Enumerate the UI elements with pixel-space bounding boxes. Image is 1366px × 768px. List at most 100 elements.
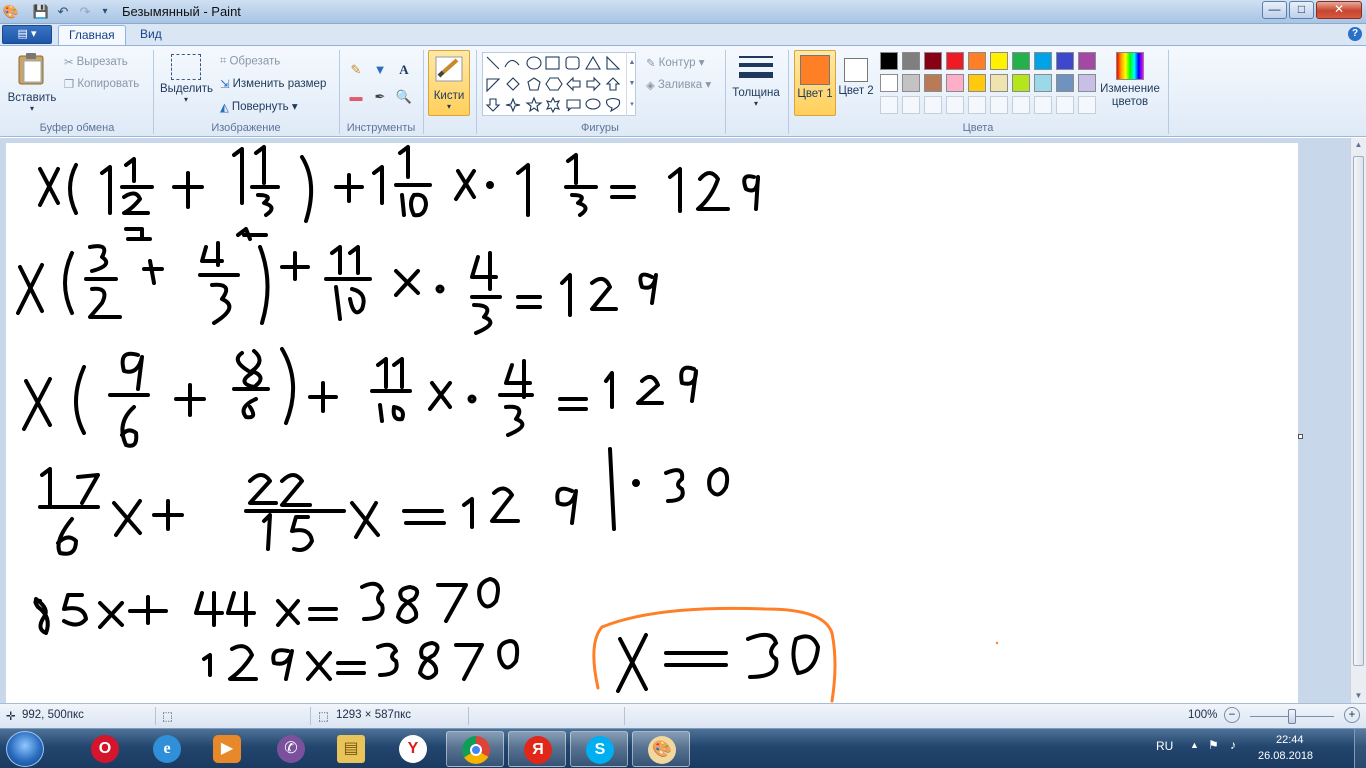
palette-swatch[interactable] — [946, 74, 964, 92]
outline-button[interactable]: ✎ Контур ▾ — [646, 55, 704, 70]
rotate-button[interactable]: ◭ Повернуть ▾ — [220, 99, 298, 114]
palette-custom-slot[interactable] — [1056, 96, 1074, 114]
maximize-button[interactable]: □ — [1289, 1, 1314, 19]
palette-swatch[interactable] — [1056, 74, 1074, 92]
drawing-canvas[interactable] — [6, 143, 1298, 703]
network-icon[interactable]: ⚑ — [1208, 738, 1219, 752]
volume-icon[interactable]: ♪ — [1230, 738, 1236, 752]
palette-custom-slot[interactable] — [924, 96, 942, 114]
shapes-icons — [485, 55, 621, 114]
taskbar-viber[interactable]: ✆ — [262, 731, 320, 767]
scroll-thumb[interactable] — [1353, 156, 1364, 666]
size-button[interactable]: Толщина ▾ — [730, 54, 782, 108]
start-button[interactable] — [6, 731, 44, 767]
paste-button[interactable]: Вставить ▾ — [6, 52, 58, 113]
chrome-icon — [462, 736, 490, 764]
ribbon-tabs: ▤ ▾ Главная Вид ? — [0, 24, 1366, 45]
taskbar-chrome[interactable] — [446, 731, 504, 767]
taskbar-yandex[interactable]: Y — [384, 731, 442, 767]
palette-swatch[interactable] — [990, 74, 1008, 92]
taskbar-skype[interactable]: S — [570, 731, 628, 767]
magnifier-icon[interactable]: 🔍 — [394, 87, 414, 107]
eraser-icon[interactable]: ▬ — [346, 87, 366, 107]
fill-button[interactable]: ◈ Заливка ▾ — [646, 77, 711, 92]
resize-button[interactable]: ⇲ Изменить размер — [220, 77, 326, 91]
show-hidden-icons-icon[interactable]: ▲ — [1190, 740, 1199, 750]
zoom-in-button[interactable]: + — [1344, 707, 1360, 723]
pencil-icon[interactable]: ✎ — [346, 60, 366, 80]
palette-swatch[interactable] — [1012, 74, 1030, 92]
fill-icon: ◈ — [646, 79, 655, 92]
palette-swatch[interactable] — [1012, 52, 1030, 70]
redo-icon[interactable]: ↷ — [76, 3, 94, 21]
palette-swatch[interactable] — [990, 52, 1008, 70]
palette-swatch[interactable] — [902, 52, 920, 70]
taskbar-ie[interactable]: e — [138, 731, 196, 767]
palette-custom-slot[interactable] — [1012, 96, 1030, 114]
palette-swatch[interactable] — [1078, 52, 1096, 70]
palette-swatch[interactable] — [1034, 52, 1052, 70]
select-label: Выделить — [160, 83, 214, 95]
palette-swatch[interactable] — [902, 74, 920, 92]
fill-bucket-icon[interactable]: ▼ — [370, 60, 390, 80]
color1-button[interactable]: Цвет 1 — [794, 50, 836, 116]
zoom-slider[interactable] — [1250, 709, 1334, 724]
palette-swatch[interactable] — [880, 74, 898, 92]
palette-custom-slot[interactable] — [990, 96, 1008, 114]
text-tool-icon[interactable]: A — [394, 60, 414, 80]
palette-swatch[interactable] — [1078, 74, 1096, 92]
palette-custom-slot[interactable] — [946, 96, 964, 114]
tab-home[interactable]: Главная — [58, 25, 126, 45]
palette-custom-slot[interactable] — [1078, 96, 1096, 114]
close-button[interactable]: ✕ — [1316, 1, 1362, 19]
shapes-gallery[interactable] — [482, 52, 636, 116]
help-icon[interactable]: ? — [1348, 27, 1362, 41]
clock-time[interactable]: 22:44 — [1276, 734, 1304, 746]
taskbar-opera[interactable]: O — [76, 731, 134, 767]
clock-date[interactable]: 26.08.2018 — [1258, 750, 1313, 762]
palette-custom-slot[interactable] — [968, 96, 986, 114]
zoom-out-button[interactable]: − — [1224, 707, 1240, 723]
paint-app-icon[interactable]: 🎨 — [2, 3, 20, 21]
minimize-button[interactable]: — — [1262, 1, 1287, 19]
taskbar-media-player[interactable]: ▶ — [198, 731, 256, 767]
brushes-button[interactable]: Кисти ▾ — [428, 50, 470, 116]
scroll-down-icon[interactable]: ▼ — [1351, 689, 1366, 703]
customize-icon[interactable]: ▾ — [96, 3, 114, 21]
palette-swatch[interactable] — [924, 52, 942, 70]
palette-swatch[interactable] — [924, 74, 942, 92]
zoom-slider-thumb[interactable] — [1288, 709, 1296, 724]
vertical-scrollbar[interactable]: ▲ ▼ — [1350, 138, 1366, 703]
resize-icon: ⇲ — [220, 79, 230, 91]
language-indicator[interactable]: RU — [1156, 739, 1173, 753]
palette-custom-slot[interactable] — [902, 96, 920, 114]
file-menu-button[interactable]: ▤ ▾ — [2, 25, 52, 44]
select-button[interactable]: Выделить ▾ — [160, 54, 214, 104]
save-icon[interactable]: 💾 — [32, 3, 50, 21]
palette-custom-slot[interactable] — [880, 96, 898, 114]
tab-view[interactable]: Вид — [130, 25, 172, 45]
copy-button[interactable]: ❐ Копировать — [64, 77, 139, 91]
edit-colors-button[interactable]: Изменение цветов — [1098, 52, 1162, 109]
canvas-resize-handle[interactable] — [1298, 434, 1303, 439]
palette-swatch[interactable] — [1056, 52, 1074, 70]
shapes-scroll[interactable]: ▲ ▼ ▾ — [626, 52, 637, 116]
palette-swatch[interactable] — [1034, 74, 1052, 92]
crop-button[interactable]: ⌗ Обрезать — [220, 55, 280, 68]
palette-custom-slot[interactable] — [1034, 96, 1052, 114]
taskbar-yandex-browser[interactable]: Я — [508, 731, 566, 767]
color2-swatch — [844, 58, 868, 82]
undo-icon[interactable]: ↶ — [54, 3, 72, 21]
palette-swatch[interactable] — [880, 52, 898, 70]
show-desktop-button[interactable] — [1354, 729, 1366, 768]
palette-swatch[interactable] — [946, 52, 964, 70]
taskbar-paint[interactable]: 🎨 — [632, 731, 690, 767]
color2-button[interactable]: Цвет 2 — [838, 50, 874, 116]
taskbar-explorer[interactable]: ▤ — [322, 731, 380, 767]
size-label: Толщина — [732, 87, 780, 99]
scroll-up-icon[interactable]: ▲ — [1351, 138, 1366, 152]
cut-button[interactable]: ✂ Вырезать — [64, 55, 128, 69]
palette-swatch[interactable] — [968, 52, 986, 70]
color-picker-icon[interactable]: ✒ — [370, 87, 390, 107]
palette-swatch[interactable] — [968, 74, 986, 92]
